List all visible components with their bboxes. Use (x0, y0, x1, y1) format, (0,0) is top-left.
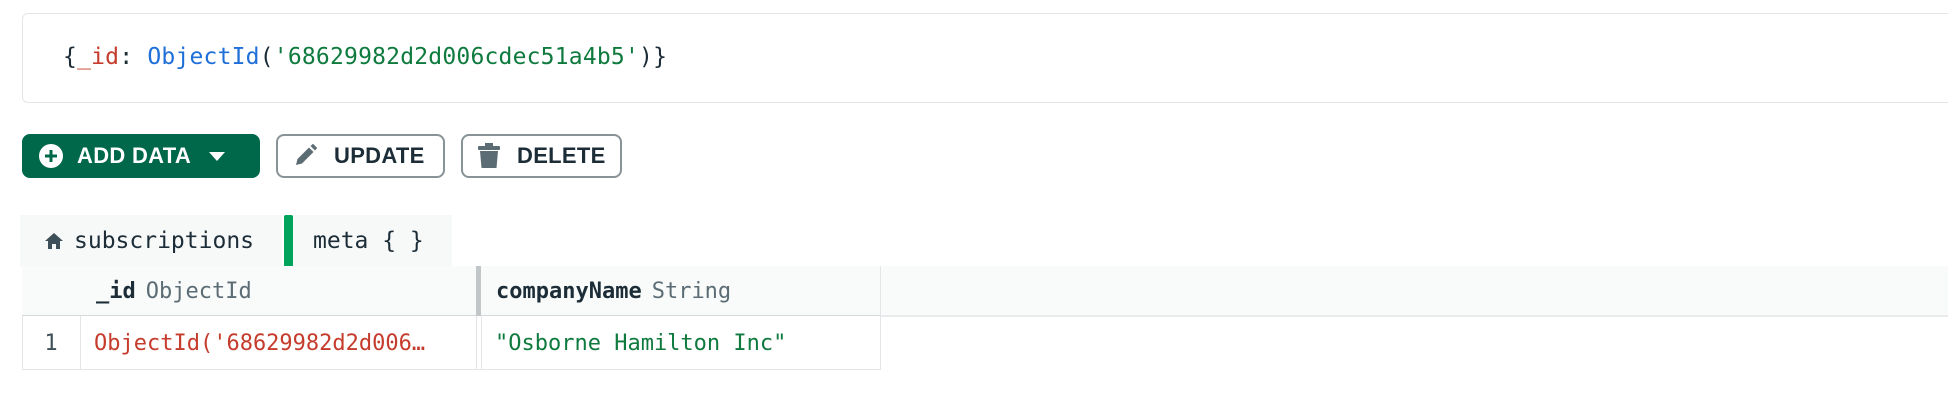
column-header-companyname[interactable]: companyName String (496, 266, 731, 316)
query-open-brace: { (63, 44, 78, 70)
query-value: '68629982d2d006cdec51a4b5' (273, 44, 640, 70)
query-function: ObjectId (147, 44, 260, 70)
delete-label: DELETE (517, 143, 606, 168)
plus-circle-icon (39, 144, 63, 168)
tab-subscriptions[interactable]: subscriptions (20, 215, 282, 267)
cell-companyname-value[interactable]: "Osborne Hamilton Inc" (495, 316, 875, 370)
cell-divider (481, 316, 482, 370)
grid-header-shadow (880, 315, 1948, 317)
column-resize-handle[interactable] (476, 266, 481, 316)
update-button[interactable]: UPDATE (276, 134, 445, 178)
query-close: )} (639, 44, 668, 70)
grid-header (22, 266, 1948, 316)
query-filter-bar[interactable]: {_id: ObjectId('68629982d2d006cdec51a4b5… (22, 13, 1948, 103)
add-data-label: ADD DATA (77, 143, 192, 168)
tab-meta-label: meta { } (313, 228, 424, 254)
query-open-paren: ( (259, 44, 274, 70)
column-type-companyname: String (651, 278, 732, 304)
row-number: 1 (44, 330, 58, 356)
column-type-id: ObjectId (145, 278, 252, 304)
cell-divider (476, 316, 477, 370)
update-label: UPDATE (334, 143, 425, 168)
caret-down-icon (209, 151, 226, 161)
query-colon: : (119, 44, 148, 70)
tab-meta[interactable]: meta { } (284, 215, 452, 267)
column-header-id[interactable]: _id ObjectId (96, 266, 252, 316)
query-key: _id (77, 44, 120, 70)
trash-icon (477, 143, 501, 169)
home-icon (44, 231, 64, 251)
delete-button[interactable]: DELETE (461, 134, 622, 178)
column-name-id: _id (96, 278, 136, 304)
tab-subscriptions-label: subscriptions (74, 228, 255, 254)
active-tab-indicator (284, 215, 293, 267)
pencil-icon (292, 143, 318, 169)
cell-id-value[interactable]: ObjectId('68629982d2d006… (94, 316, 470, 370)
add-data-button[interactable]: ADD DATA (22, 134, 260, 178)
column-name-companyname: companyName (496, 278, 642, 304)
cell-divider (80, 316, 81, 370)
query-filter-text[interactable]: {_id: ObjectId('68629982d2d006cdec51a4b5… (63, 44, 667, 70)
